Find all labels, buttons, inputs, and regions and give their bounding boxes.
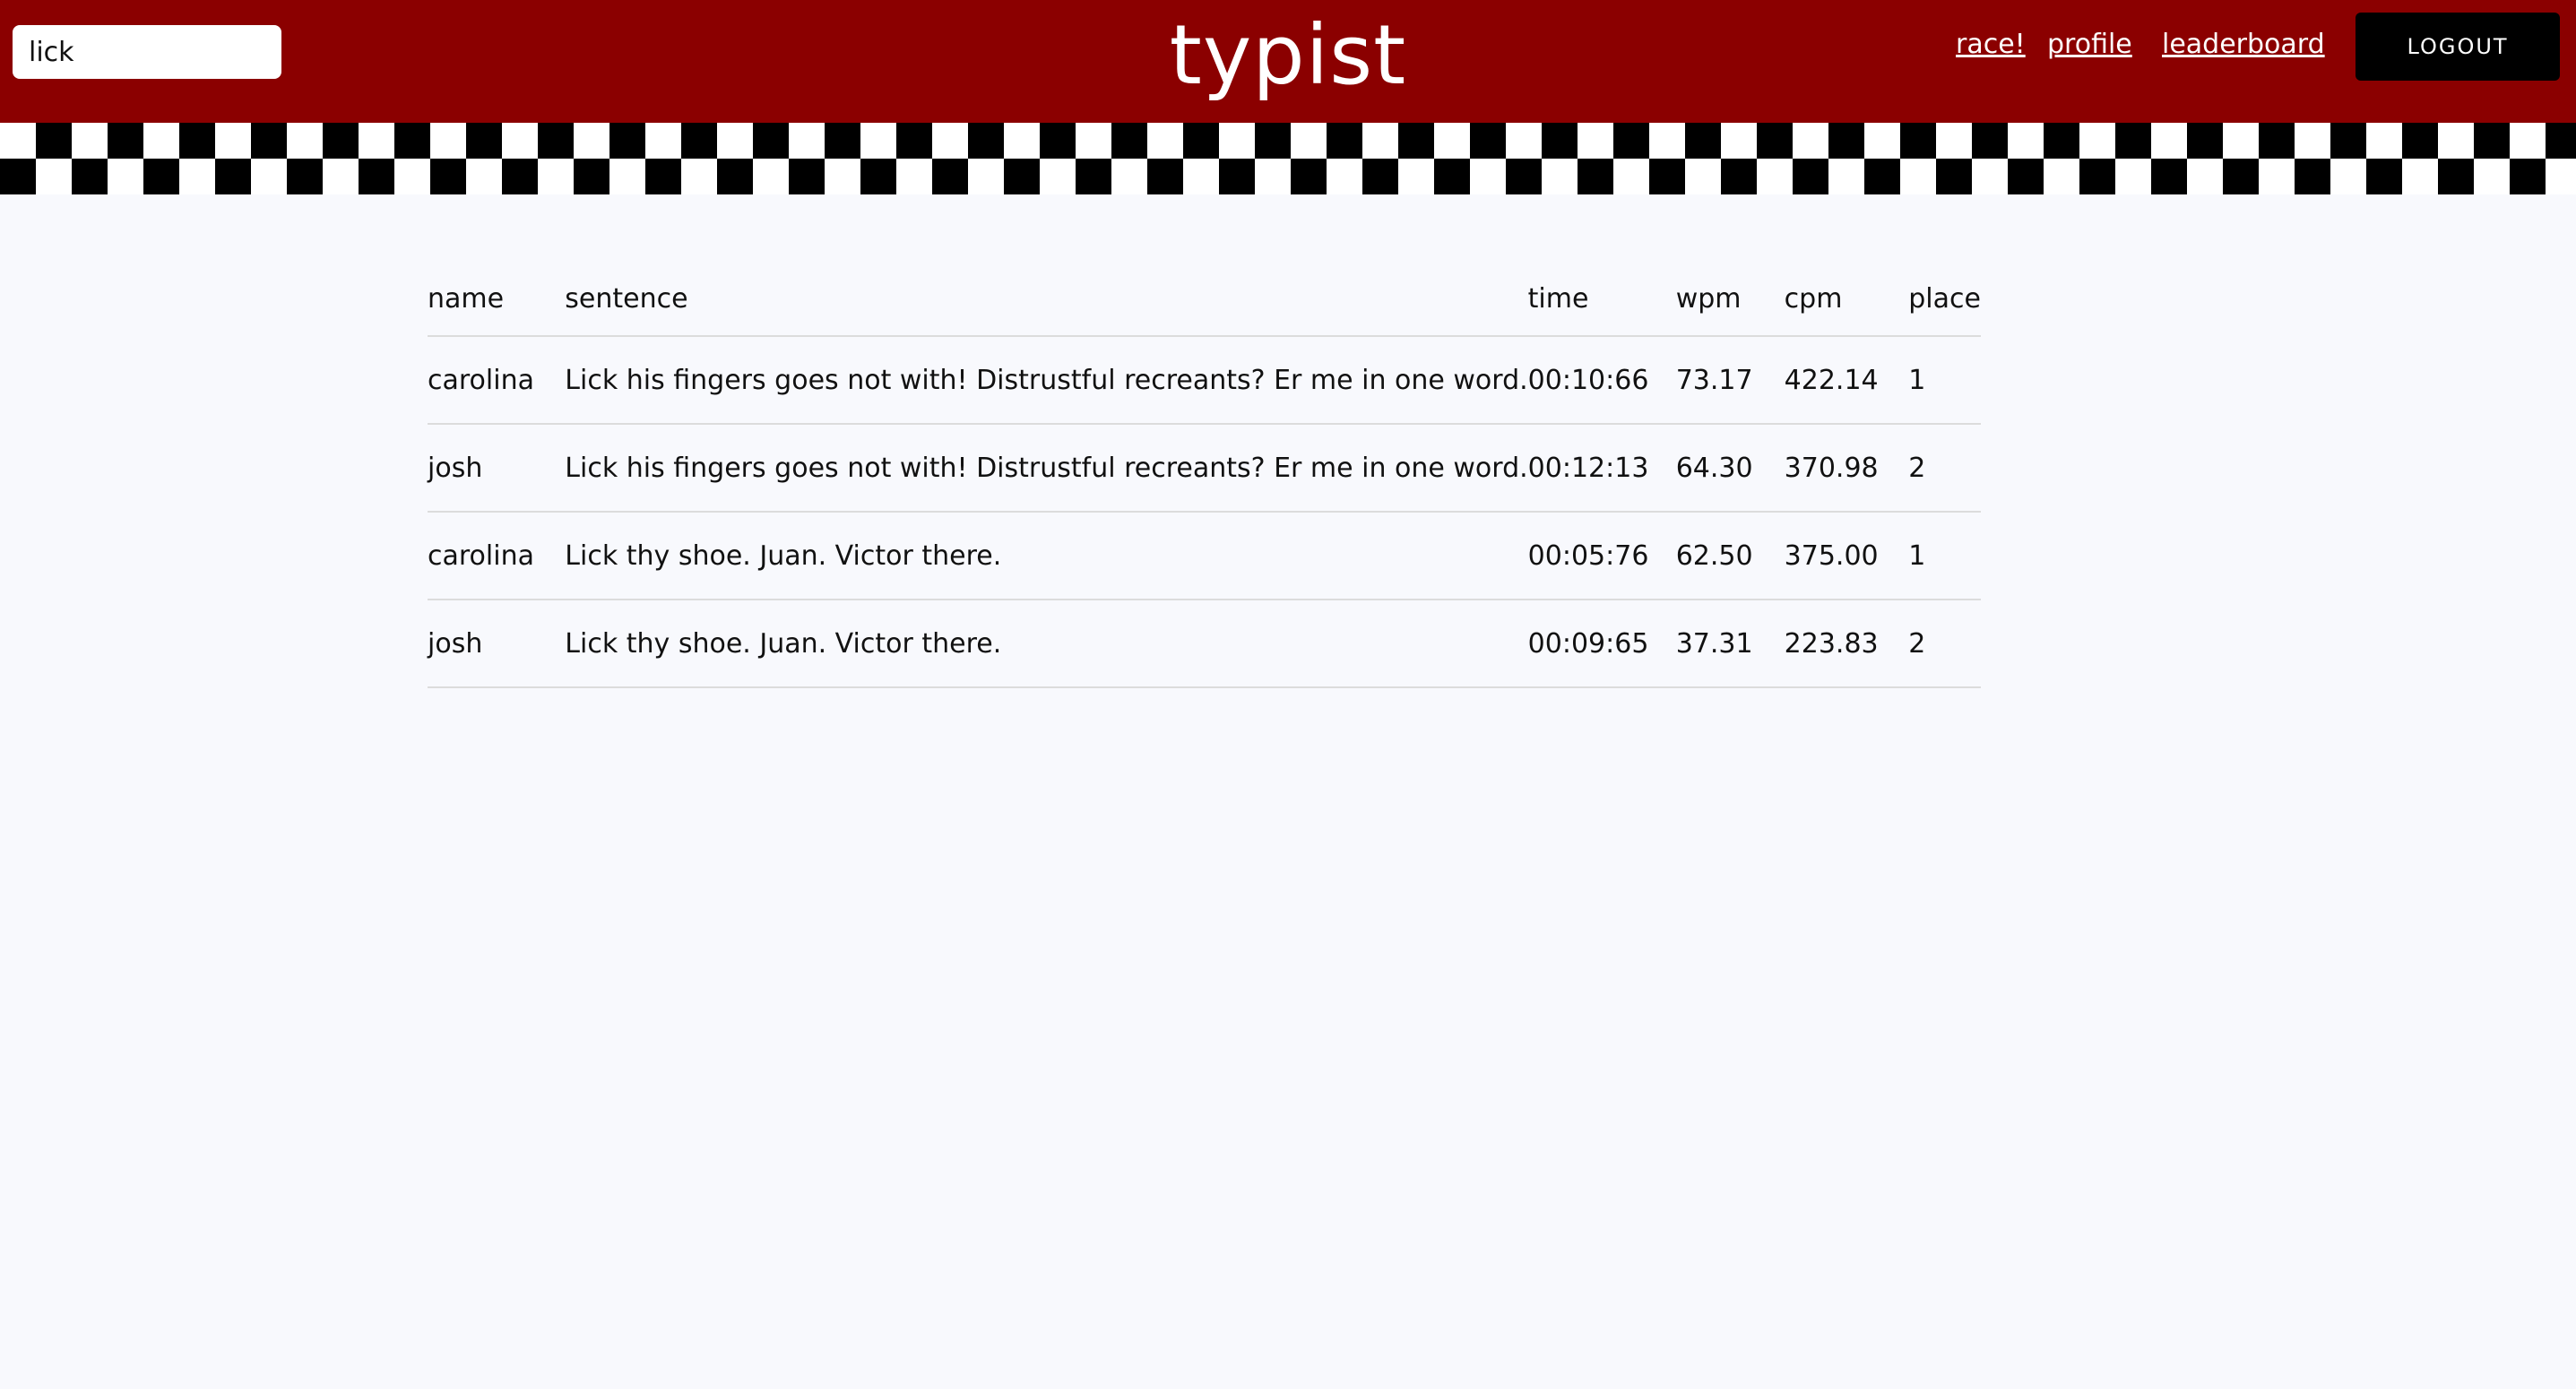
cell-cpm: 223.83: [1784, 600, 1909, 688]
cell-name: carolina: [428, 336, 566, 425]
cell-cpm: 375.00: [1784, 512, 1909, 600]
cell-sentence: Lick thy shoe. Juan. Victor there.: [565, 600, 1528, 688]
cell-sentence: Lick thy shoe. Juan. Victor there.: [565, 512, 1528, 600]
cell-time: 00:10:66: [1527, 336, 1676, 425]
header-bar: typist race! profile leaderboard LOGOUT: [0, 0, 2576, 123]
results-table: name sentence time wpm cpm place carolin…: [428, 262, 1981, 688]
cell-time: 00:09:65: [1527, 600, 1676, 688]
cell-name: josh: [428, 600, 566, 688]
table-row: carolina Lick his fingers goes not with!…: [428, 336, 1981, 425]
column-header-sentence: sentence: [565, 262, 1528, 337]
column-header-time: time: [1527, 262, 1676, 337]
cell-place: 1: [1908, 512, 1981, 600]
cell-wpm: 64.30: [1675, 424, 1785, 513]
table-row: josh Lick thy shoe. Juan. Victor there. …: [428, 600, 1981, 688]
column-header-name: name: [428, 262, 566, 337]
table-row: josh Lick his fingers goes not with! Dis…: [428, 424, 1981, 513]
logout-button[interactable]: LOGOUT: [2356, 13, 2560, 81]
cell-wpm: 37.31: [1675, 600, 1785, 688]
column-header-cpm: cpm: [1784, 262, 1909, 337]
cell-wpm: 73.17: [1675, 336, 1785, 425]
nav-link-race[interactable]: race!: [1956, 29, 2026, 61]
cell-place: 1: [1908, 336, 1981, 425]
cell-wpm: 62.50: [1675, 512, 1785, 600]
cell-place: 2: [1908, 600, 1981, 688]
nav-link-profile[interactable]: profile: [2047, 29, 2132, 61]
table-row: carolina Lick thy shoe. Juan. Victor the…: [428, 512, 1981, 600]
column-header-wpm: wpm: [1675, 262, 1785, 337]
checkered-flag-banner: [0, 123, 2576, 194]
column-header-place: place: [1908, 262, 1981, 337]
cell-time: 00:05:76: [1527, 512, 1676, 600]
cell-place: 2: [1908, 424, 1981, 513]
cell-name: carolina: [428, 512, 566, 600]
cell-time: 00:12:13: [1527, 424, 1676, 513]
cell-sentence: Lick his fingers goes not with! Distrust…: [565, 424, 1528, 513]
cell-name: josh: [428, 424, 566, 513]
cell-sentence: Lick his fingers goes not with! Distrust…: [565, 336, 1528, 425]
nav-link-leaderboard[interactable]: leaderboard: [2162, 29, 2325, 61]
cell-cpm: 370.98: [1784, 424, 1909, 513]
table-header-row: name sentence time wpm cpm place: [428, 262, 1981, 337]
cell-cpm: 422.14: [1784, 336, 1909, 425]
